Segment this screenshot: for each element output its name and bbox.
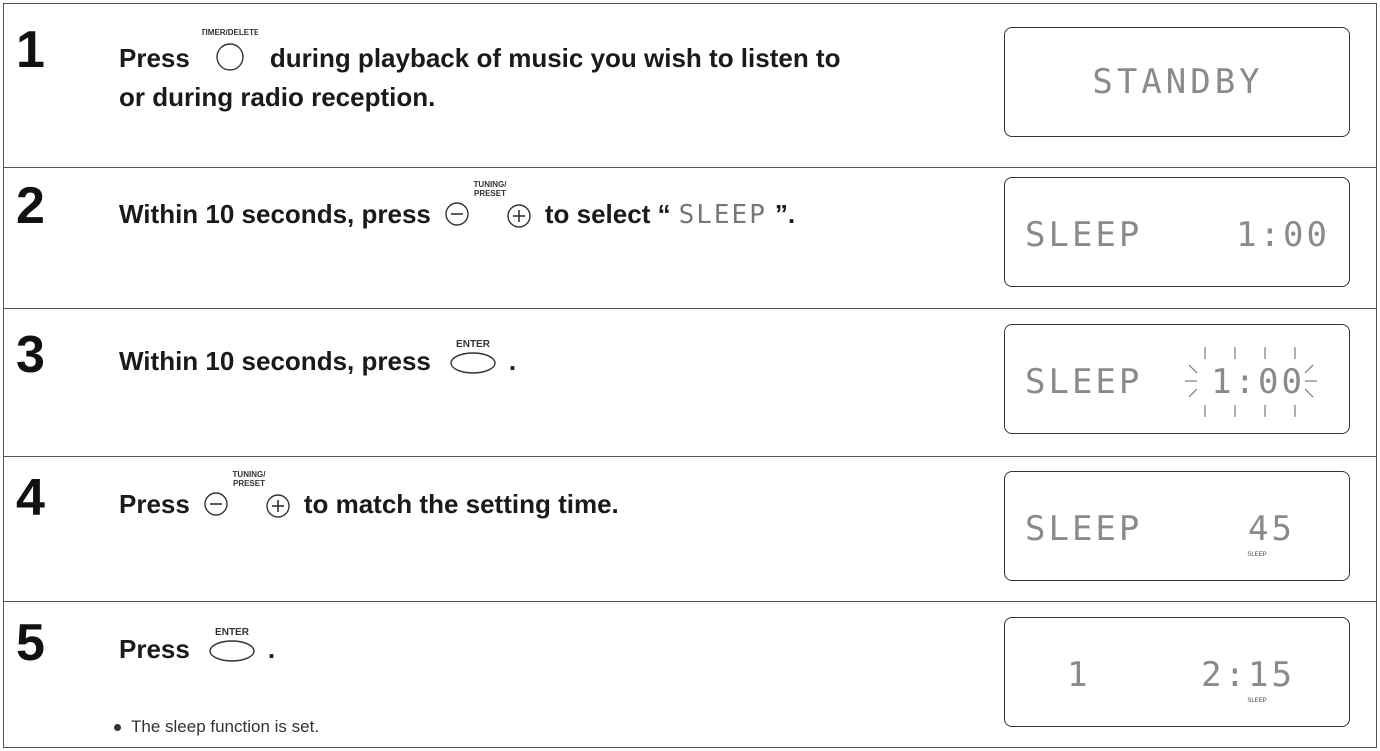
lcd-right-text: 45	[1248, 509, 1295, 549]
lcd-left-text: 1	[1067, 655, 1090, 695]
lcd-left-text: SLEEP	[1025, 215, 1142, 255]
instruction-table: 1 Press TIMER/DELETE during playback of …	[3, 3, 1377, 748]
step-instruction: Press ENTER .	[119, 617, 275, 665]
step-instruction: Within 10 seconds, press ENTER .	[119, 329, 516, 377]
step-row-3: 3 Within 10 seconds, press ENTER . SLEEP…	[4, 308, 1376, 456]
button-label-top: TUNING/	[232, 470, 266, 479]
lcd-left-text: SLEEP	[1025, 362, 1142, 402]
tuning-preset-button-icon: TUNING/ PRESET	[202, 468, 294, 520]
button-label-bottom: PRESET	[474, 189, 506, 198]
step-row-1: 1 Press TIMER/DELETE during playback of …	[4, 4, 1376, 167]
lcd-small-label: SLEEP	[1247, 552, 1266, 558]
button-label-bottom: PRESET	[233, 479, 265, 488]
lcd-right-text: 1:00	[1236, 215, 1330, 255]
button-label: TIMER/DELETE	[202, 28, 258, 37]
instruction-line-2: or during radio reception.	[119, 82, 436, 112]
step-instruction: Press TIMER/DELETE during playback of mu…	[119, 26, 840, 113]
lcd-left-text: SLEEP	[1025, 509, 1142, 549]
step-number: 3	[16, 326, 45, 384]
step-row-5: 5 Press ENTER . The sleep function is se…	[4, 601, 1376, 746]
instruction-text: .	[267, 634, 276, 664]
button-label-top: TUNING/	[473, 180, 507, 189]
lcd-display: SLEEP 1:00	[1004, 324, 1350, 434]
step-row-2: 2 Within 10 seconds, press TUNING/ PRESE…	[4, 167, 1376, 308]
instruction-text: to select “	[544, 199, 671, 229]
lcd-display: SLEEP 45 SLEEP	[1004, 471, 1350, 581]
button-label: ENTER	[215, 627, 250, 638]
enter-button-icon: ENTER	[443, 329, 503, 377]
button-label: ENTER	[456, 339, 491, 350]
lcd-display: STANDBY	[1004, 27, 1350, 137]
instruction-text: Within 10 seconds, press	[119, 199, 431, 229]
note-text: The sleep function is set.	[131, 717, 320, 736]
step-number: 4	[16, 469, 45, 527]
lcd-right-text: 2:15	[1201, 655, 1295, 695]
bullet-icon	[114, 724, 121, 732]
lcd-right-text: 1:00	[1211, 362, 1305, 402]
lcd-small-label: SLEEP	[1247, 698, 1266, 704]
step-note: The sleep function is set.	[114, 717, 319, 737]
timer-delete-button-icon: TIMER/DELETE	[201, 26, 260, 74]
instruction-text: Within 10 seconds, press	[119, 346, 431, 376]
lcd-display: SLEEP 1:00	[1004, 177, 1350, 287]
enter-button-icon: ENTER	[202, 617, 262, 665]
step-instruction: Press TUNING/ PRESET to match the settin…	[119, 470, 619, 520]
instruction-text: to match the setting time.	[303, 489, 619, 519]
lcd-word: SLEEP	[678, 200, 767, 230]
step-number: 1	[16, 21, 45, 79]
lcd-main-text: STANDBY	[1092, 62, 1263, 102]
step-instruction: Within 10 seconds, press TUNING/ PRESET …	[119, 180, 796, 230]
instruction-text: Press	[119, 489, 190, 519]
instruction-text: ”.	[774, 199, 796, 229]
step-row-4: 4 Press TUNING/ PRESET to match the sett…	[4, 456, 1376, 601]
instruction-text: Press	[119, 43, 190, 73]
instruction-text: during playback of music you wish to lis…	[269, 43, 841, 73]
instruction-text: Press	[119, 634, 190, 664]
step-number: 5	[16, 614, 45, 672]
instruction-text: .	[508, 346, 517, 376]
lcd-display: 1 2:15 SLEEP	[1004, 617, 1350, 727]
step-number: 2	[16, 177, 45, 235]
tuning-preset-button-icon: TUNING/ PRESET	[443, 178, 535, 230]
